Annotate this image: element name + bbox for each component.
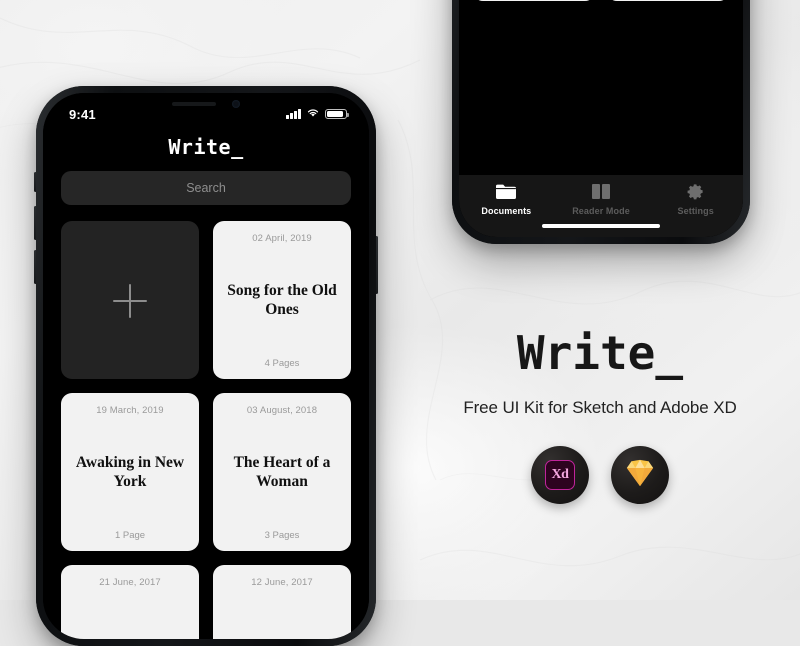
card-date: 19 March, 2019 — [96, 405, 164, 416]
notch — [135, 93, 277, 115]
card-title: The Heart of a Woman — [233, 454, 331, 490]
front-camera-icon — [232, 100, 240, 108]
card-title — [280, 588, 284, 639]
phone-screen-bezel-main: 9:41 Write_ Search 02 April, 2019 Song f… — [43, 93, 369, 639]
app-title: Write_ — [168, 135, 244, 159]
sketch-badge[interactable] — [611, 446, 669, 504]
speaker-grille-icon — [172, 102, 216, 106]
app-screen-top: 1 Page 3 Pages 21 June, 2017 The Motheri… — [459, 0, 743, 237]
card-grid-main: 02 April, 2019 Song for the Old Ones 4 P… — [43, 221, 369, 639]
tab-label: Settings — [677, 206, 714, 216]
card-page-count: 4 Pages — [264, 358, 300, 369]
card-date: 12 June, 2017 — [251, 577, 313, 588]
search-placeholder: Search — [186, 181, 226, 195]
search-input[interactable]: Search — [61, 171, 351, 205]
documents-scroll-top[interactable]: 1 Page 3 Pages 21 June, 2017 The Motheri… — [459, 0, 743, 63]
brand-tagline: Free UI Kit for Sketch and Adobe XD — [463, 398, 737, 417]
card-title — [128, 588, 132, 639]
folder-icon — [495, 182, 517, 201]
phone-screen-bezel-top: 1 Page 3 Pages 21 June, 2017 The Motheri… — [459, 0, 743, 237]
card-date: 03 August, 2018 — [246, 405, 318, 416]
status-indicators — [286, 105, 349, 123]
document-card-partial-right[interactable]: 12 June, 2017 — [213, 565, 351, 639]
gear-icon — [686, 182, 705, 201]
document-card-partial-left[interactable]: 21 June, 2017 — [61, 565, 199, 639]
home-indicator — [542, 223, 660, 228]
wifi-icon — [306, 105, 320, 123]
tab-documents[interactable]: Documents — [459, 182, 554, 216]
document-card-mom-and-me[interactable]: 12 June, 2017 Mom & Me & Mom — [607, 0, 729, 1]
add-document-button[interactable] — [61, 221, 199, 379]
brand-logo: Write_ — [516, 326, 684, 380]
phone-mockup-main: 9:41 Write_ Search 02 April, 2019 Song f… — [34, 86, 378, 646]
phone-frame-main: 9:41 Write_ Search 02 April, 2019 Song f… — [36, 86, 376, 646]
card-grid-top: 21 June, 2017 The Mothering Blackness 12… — [459, 0, 743, 1]
tab-label: Reader Mode — [572, 206, 630, 216]
card-date: 21 June, 2017 — [99, 577, 161, 588]
phone-mockup-top: 1 Page 3 Pages 21 June, 2017 The Motheri… — [452, 0, 750, 244]
adobe-xd-icon: Xd — [545, 460, 575, 490]
document-card-awaking-in-new-york[interactable]: 19 March, 2019 Awaking in New York 1 Pag… — [61, 393, 199, 551]
tab-settings[interactable]: Settings — [648, 182, 743, 216]
tool-badges: Xd — [420, 446, 780, 504]
battery-icon — [325, 108, 349, 120]
tab-label: Documents — [481, 206, 532, 216]
card-page-count: 3 Pages — [264, 530, 300, 541]
card-title: Song for the Old Ones — [227, 282, 337, 318]
document-card-song-for-the-old-ones[interactable]: 02 April, 2019 Song for the Old Ones 4 P… — [213, 221, 351, 379]
document-card-the-heart-of-a-woman[interactable]: 03 August, 2018 The Heart of a Woman 3 P… — [213, 393, 351, 551]
branding-panel: Write_ Free UI Kit for Sketch and Adobe … — [420, 330, 780, 504]
app-screen-main: 9:41 Write_ Search 02 April, 2019 Song f… — [43, 93, 369, 639]
book-pages-icon — [591, 182, 611, 201]
adobe-xd-badge[interactable]: Xd — [531, 446, 589, 504]
status-time: 9:41 — [69, 106, 96, 122]
tab-reader-mode[interactable]: Reader Mode — [554, 182, 649, 216]
document-card-mothering-blackness[interactable]: 21 June, 2017 The Mothering Blackness — [473, 0, 595, 1]
cellular-signal-icon — [286, 109, 301, 119]
card-date: 02 April, 2019 — [252, 233, 312, 244]
card-page-count: 1 Page — [114, 530, 146, 541]
sketch-icon — [624, 458, 656, 493]
phone-frame-top: 1 Page 3 Pages 21 June, 2017 The Motheri… — [452, 0, 750, 244]
card-title: Awaking in New York — [75, 454, 185, 490]
plus-icon — [113, 284, 147, 318]
